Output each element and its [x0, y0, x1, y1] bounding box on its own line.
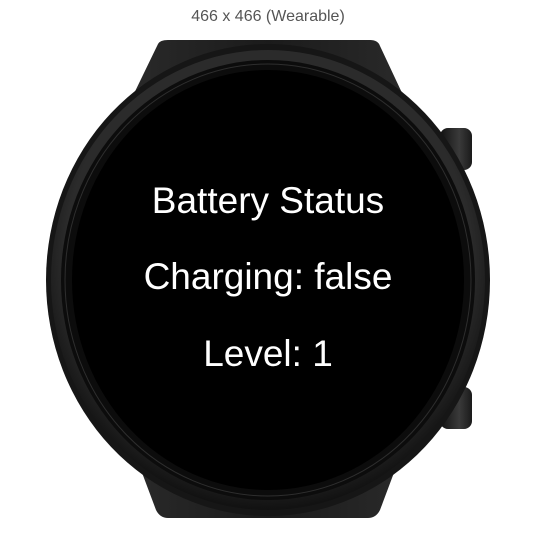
battery-level-text: Level: 1	[203, 333, 333, 374]
watch-display: Battery Status Charging: false Level: 1	[72, 67, 464, 493]
charging-status-text: Charging: false	[143, 256, 393, 297]
battery-status-title: Battery Status	[151, 180, 385, 221]
